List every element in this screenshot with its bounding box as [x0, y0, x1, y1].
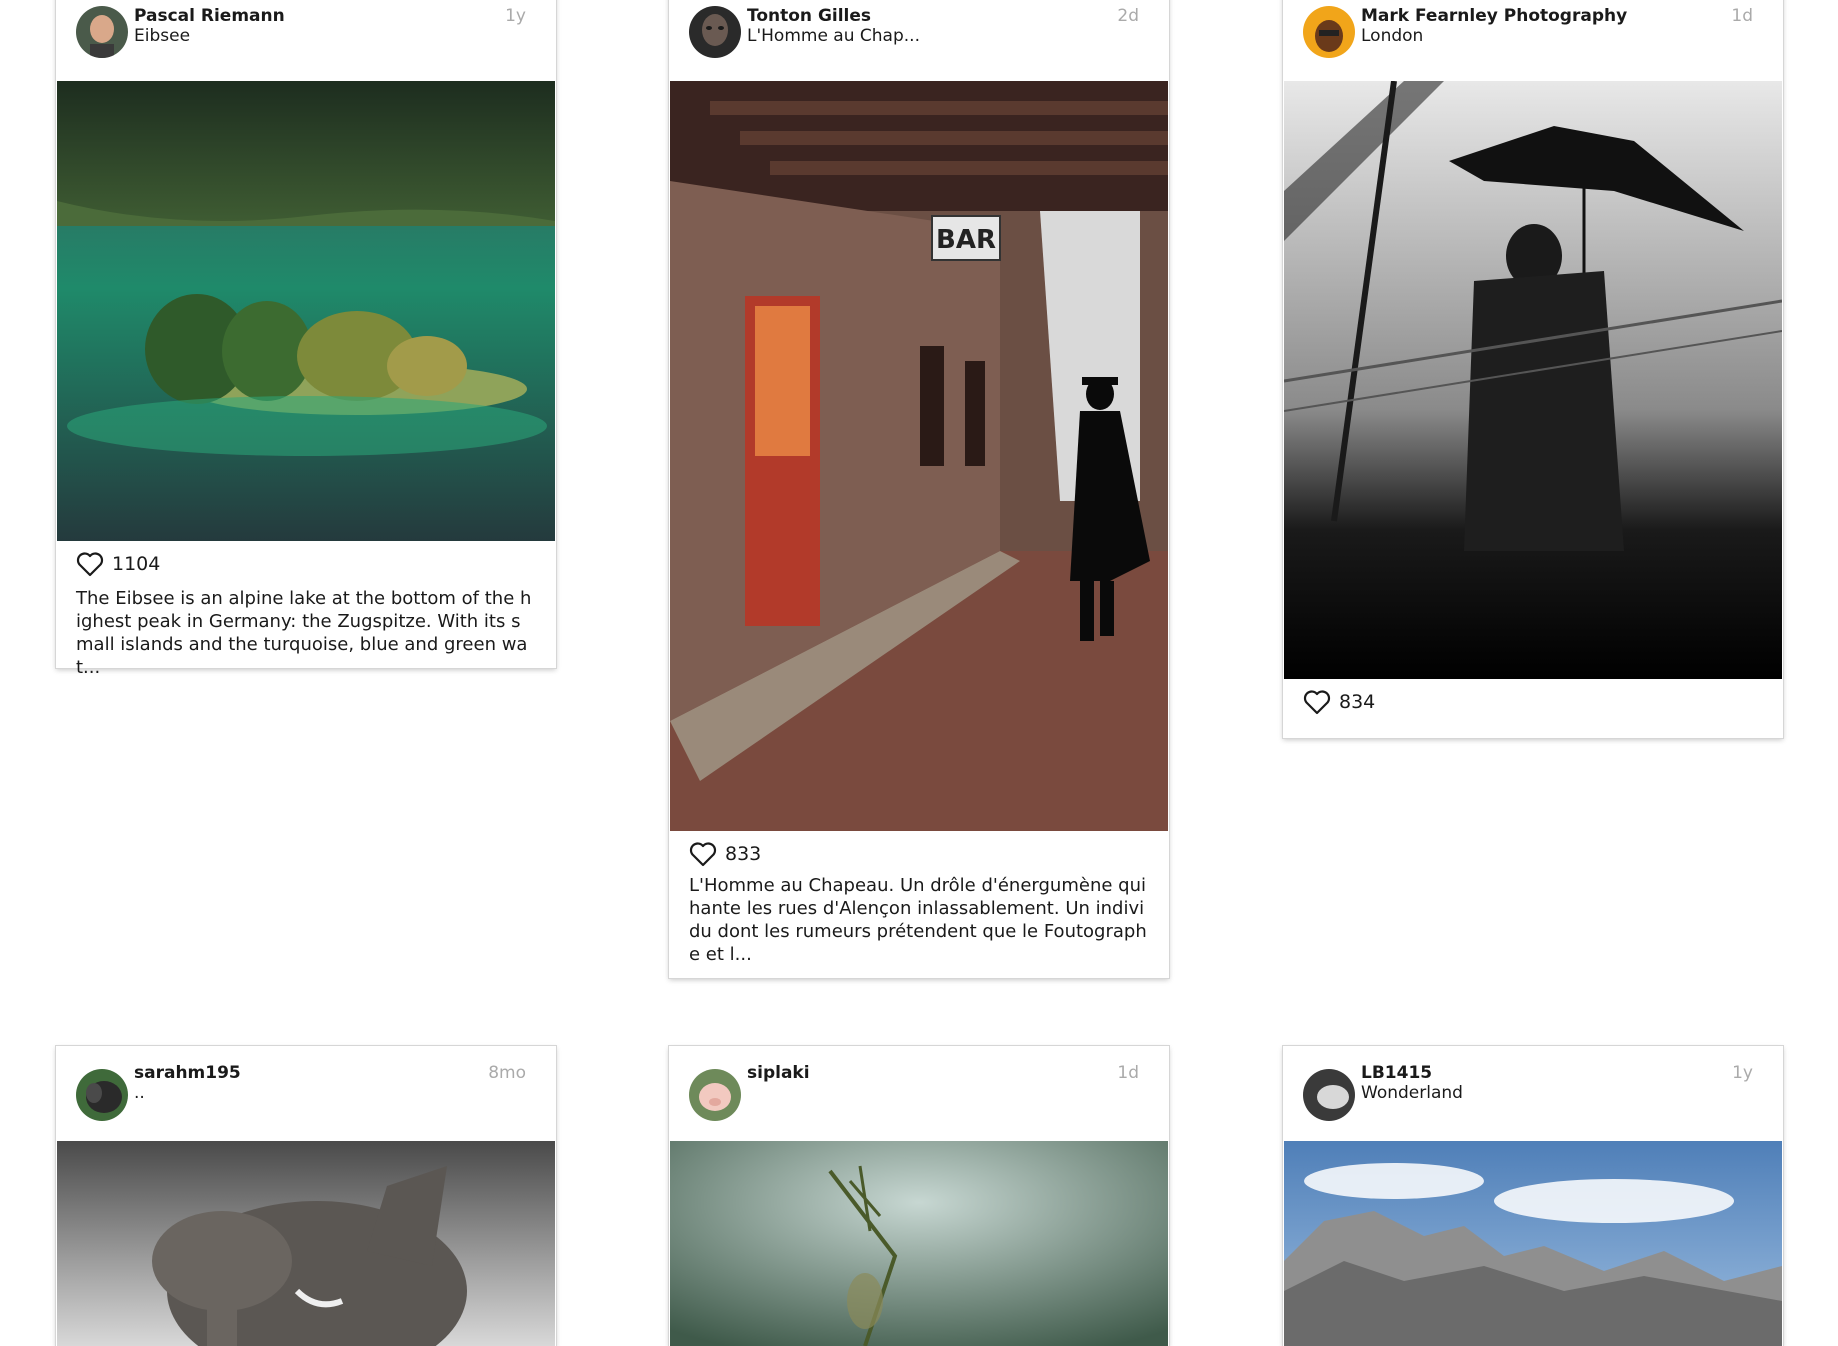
person-avatar-icon[interactable]: [689, 6, 741, 58]
post-header: Tonton Gilles L'Homme au Chap... 2d: [669, 0, 1169, 70]
like-count: 833: [725, 843, 762, 865]
heart-icon: [1303, 690, 1331, 715]
post-age: 8mo: [488, 1063, 526, 1083]
post-location[interactable]: Eibsee: [134, 26, 190, 46]
post-location[interactable]: Wonderland: [1361, 1083, 1463, 1103]
post-card[interactable]: LB1415 Wonderland 1y: [1283, 1046, 1783, 1346]
post-header: Pascal Riemann Eibsee 1y: [56, 0, 556, 70]
author-name[interactable]: LB1415: [1361, 1063, 1432, 1083]
post-age: 1y: [505, 6, 526, 26]
post-card[interactable]: Mark Fearnley Photography London 1d 834: [1283, 0, 1783, 738]
pig-avatar-icon[interactable]: [689, 1069, 741, 1121]
post-photo[interactable]: BAR: [670, 81, 1168, 831]
like-count: 834: [1339, 691, 1376, 713]
post-location[interactable]: L'Homme au Chap...: [747, 26, 920, 46]
post-photo[interactable]: [670, 1141, 1168, 1346]
post-age: 1d: [1117, 1063, 1139, 1083]
like-button[interactable]: 1104: [76, 551, 160, 577]
like-count: 1104: [112, 553, 161, 575]
post-caption: The Eibsee is an alpine lake at the bott…: [76, 588, 532, 678]
author-name[interactable]: Pascal Riemann: [134, 6, 285, 26]
person-avatar-icon[interactable]: [76, 6, 128, 58]
like-button[interactable]: 834: [1303, 689, 1375, 715]
post-header: Mark Fearnley Photography London 1d: [1283, 0, 1783, 70]
like-button[interactable]: 833: [689, 841, 761, 867]
post-age: 1d: [1731, 6, 1753, 26]
post-photo[interactable]: [1284, 81, 1782, 679]
post-location[interactable]: London: [1361, 26, 1423, 46]
post-header: LB1415 Wonderland 1y: [1283, 1046, 1783, 1126]
post-card[interactable]: siplaki 1d: [669, 1046, 1169, 1346]
post-caption: L'Homme au Chapeau. Un drôle d'énergumèn…: [689, 875, 1147, 965]
post-age: 1y: [1732, 1063, 1753, 1083]
person-avatar-icon[interactable]: [1303, 1069, 1355, 1121]
post-header: siplaki 1d: [669, 1046, 1169, 1126]
author-name[interactable]: Tonton Gilles: [747, 6, 871, 26]
post-photo[interactable]: [57, 1141, 555, 1346]
animal-avatar-icon[interactable]: [76, 1069, 128, 1121]
heart-icon: [76, 552, 104, 577]
author-name[interactable]: Mark Fearnley Photography: [1361, 6, 1627, 26]
post-photo[interactable]: [57, 81, 555, 541]
author-name[interactable]: sarahm195: [134, 1063, 241, 1083]
post-age: 2d: [1117, 6, 1139, 26]
post-photo[interactable]: [1284, 1141, 1782, 1346]
post-card[interactable]: Pascal Riemann Eibsee 1y 1104 The Eibsee…: [56, 0, 556, 678]
post-card[interactable]: Tonton Gilles L'Homme au Chap... 2d BAR: [669, 0, 1169, 978]
post-card[interactable]: sarahm195 .. 8mo: [56, 1046, 556, 1346]
post-location[interactable]: ..: [134, 1083, 145, 1103]
person-avatar-icon[interactable]: [1303, 6, 1355, 58]
heart-icon: [689, 842, 717, 867]
author-name[interactable]: siplaki: [747, 1063, 810, 1083]
post-header: sarahm195 .. 8mo: [56, 1046, 556, 1126]
bar-sign-text: BAR: [936, 225, 996, 255]
